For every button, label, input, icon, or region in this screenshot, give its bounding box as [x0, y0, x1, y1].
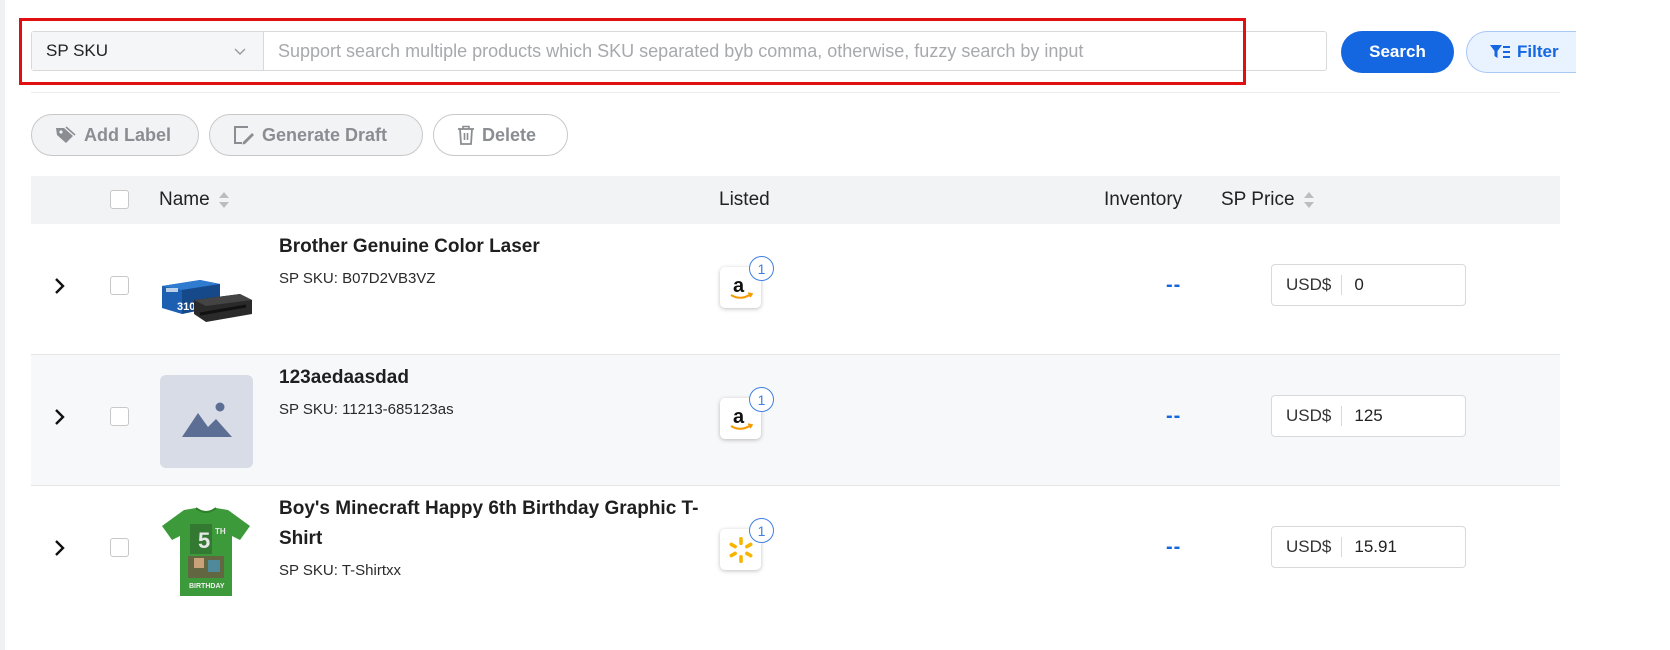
filter-label: Filter — [1517, 42, 1559, 61]
generate-draft-text: Generate Draft — [262, 124, 388, 145]
table-row[interactable]: 5 TH BIRTHDAY Boy's Minecraft Happy 6th … — [31, 486, 1560, 617]
product-name[interactable]: Boy's Minecraft Happy 6th Birthday Graph… — [279, 494, 699, 554]
search-type-select[interactable]: SP SKU — [32, 32, 264, 70]
price-input[interactable]: 15.91 — [1342, 537, 1452, 557]
divider — [31, 92, 1560, 93]
product-name[interactable]: Brother Genuine Color Laser — [279, 232, 699, 262]
inventory-value: -- — [1166, 536, 1182, 558]
chevron-right-icon[interactable] — [51, 408, 69, 426]
delete-text: Delete — [482, 124, 537, 145]
product-thumbnail: 310 — [160, 244, 253, 337]
channel-count-badge: 1 — [749, 256, 774, 281]
currency-label: USD$ — [1272, 406, 1343, 426]
price-field[interactable]: USD$ 125 — [1271, 395, 1466, 437]
image-placeholder-icon — [160, 375, 253, 468]
column-name[interactable]: Name — [159, 176, 230, 224]
svg-text:a: a — [733, 406, 745, 428]
shirt-print-top: TH — [215, 527, 226, 536]
svg-text:a: a — [733, 275, 745, 297]
column-inventory: Inventory — [1104, 176, 1182, 224]
currency-label: USD$ — [1272, 275, 1343, 295]
generate-draft-button[interactable]: Generate Draft — [209, 114, 423, 156]
select-all-checkbox[interactable] — [110, 190, 129, 209]
search-input[interactable] — [264, 32, 1326, 70]
column-listed-label: Listed — [719, 189, 770, 210]
svg-text:5: 5 — [198, 528, 210, 553]
table-row[interactable]: 310 Brother Genuine Color Laser SP SKU: … — [31, 224, 1560, 355]
search-button[interactable]: Search — [1341, 31, 1454, 73]
row-checkbox[interactable] — [110, 276, 129, 295]
add-label-text: Add Label — [84, 124, 172, 145]
page-left-edge — [0, 0, 5, 650]
shirt-print-bottom: BIRTHDAY — [189, 583, 225, 590]
column-listed: Listed — [719, 176, 770, 224]
currency-label: USD$ — [1272, 537, 1343, 557]
search-type-label: SP SKU — [46, 41, 109, 60]
add-label-button[interactable]: Add Label — [31, 114, 199, 156]
price-input[interactable]: 0 — [1342, 275, 1452, 295]
product-sku: SP SKU: T-Shirtxx — [279, 562, 401, 579]
inventory-value: -- — [1166, 405, 1182, 427]
toner-box-number: 310 — [177, 301, 195, 313]
product-name[interactable]: 123aedaasdad — [279, 363, 699, 393]
price-field[interactable]: USD$ 0 — [1271, 264, 1466, 306]
row-checkbox[interactable] — [110, 538, 129, 557]
chevron-down-icon — [234, 48, 246, 55]
column-name-label: Name — [159, 189, 210, 210]
sort-icon[interactable] — [1303, 191, 1315, 209]
sort-icon[interactable] — [218, 191, 230, 209]
column-inventory-label: Inventory — [1104, 189, 1183, 210]
chevron-right-icon[interactable] — [51, 277, 69, 295]
edit-document-icon — [234, 126, 254, 145]
price-input[interactable]: 125 — [1342, 406, 1452, 426]
table-header: Name Listed Inventory SP Price — [31, 176, 1560, 224]
delete-button[interactable]: Delete — [433, 114, 568, 156]
channel-count-badge: 1 — [749, 518, 774, 543]
filter-button[interactable]: Filter — [1466, 31, 1576, 73]
trash-icon — [458, 125, 474, 145]
price-field[interactable]: USD$ 15.91 — [1271, 526, 1466, 568]
tag-icon — [56, 126, 76, 143]
inventory-value: -- — [1166, 274, 1182, 296]
filter-icon — [1490, 45, 1510, 58]
product-thumbnail: 5 TH BIRTHDAY — [160, 506, 253, 599]
search-bar: SP SKU — [31, 31, 1327, 71]
product-sku: SP SKU: 11213-685123as — [279, 401, 454, 418]
product-sku: SP SKU: B07D2VB3VZ — [279, 270, 436, 287]
chevron-right-icon[interactable] — [51, 539, 69, 557]
channel-count-badge: 1 — [749, 387, 774, 412]
column-sp-price-label: SP Price — [1221, 189, 1295, 210]
row-checkbox[interactable] — [110, 407, 129, 426]
table-row[interactable]: 123aedaasdad SP SKU: 11213-685123as a 1 … — [31, 355, 1560, 486]
column-sp-price[interactable]: SP Price — [1221, 176, 1315, 224]
